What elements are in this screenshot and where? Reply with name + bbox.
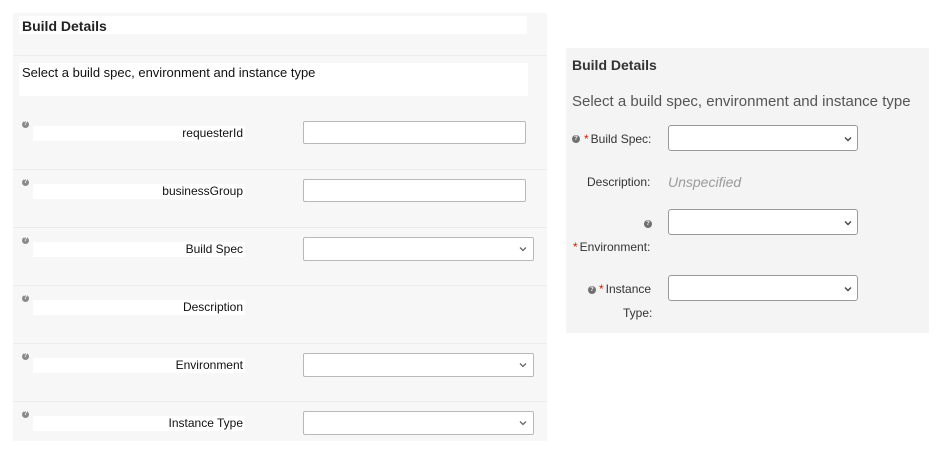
field-row-instance-type: ? Instance Type <box>13 411 547 454</box>
environment-select[interactable] <box>303 353 534 377</box>
form-description: Select a build spec, environment and ins… <box>572 93 911 110</box>
label-box: Instance Type <box>33 416 245 431</box>
divider <box>13 169 547 170</box>
help-icon[interactable]: ? <box>644 220 652 228</box>
description-value: Unspecified <box>668 174 742 190</box>
help-icon[interactable]: ? <box>588 286 596 294</box>
help-icon[interactable]: ? <box>22 353 29 360</box>
field-row-environment: ? Environment <box>13 353 547 411</box>
help-icon[interactable]: ? <box>22 295 29 302</box>
right-build-details-form: Build Details Select a build spec, envir… <box>566 48 929 333</box>
required-marker: * <box>573 240 578 254</box>
environment-label: * Environment: <box>573 240 651 254</box>
environment-select[interactable] <box>668 209 858 235</box>
field-row-description: ? Description <box>13 295 547 353</box>
field-row-requesterid: ? requesterId <box>13 121 547 179</box>
field-label: Description <box>182 300 243 314</box>
instance-type-label-cont: Type: <box>623 306 653 320</box>
divider <box>13 401 547 402</box>
instance-type-select[interactable] <box>303 411 534 435</box>
chevron-down-icon <box>519 421 527 426</box>
field-label: Build Spec <box>185 242 243 256</box>
form-description: Select a build spec, environment and ins… <box>22 65 316 80</box>
field-row-businessgroup: ? businessGroup <box>13 179 547 237</box>
requesterid-input[interactable] <box>303 121 526 144</box>
field-label: requesterId <box>182 126 243 140</box>
divider <box>13 285 547 286</box>
chevron-down-icon <box>519 247 527 252</box>
label-box: Build Spec <box>33 242 245 257</box>
chevron-down-icon <box>519 363 527 368</box>
help-icon[interactable]: ? <box>22 237 29 244</box>
divider <box>13 227 547 228</box>
chevron-down-icon <box>844 287 852 292</box>
description-label: Description: <box>587 175 651 189</box>
divider <box>13 55 547 56</box>
build-spec-select[interactable] <box>668 125 858 151</box>
help-icon[interactable]: ? <box>22 411 29 418</box>
field-label: Instance Type <box>168 416 244 430</box>
help-icon[interactable]: ? <box>22 179 29 186</box>
label-box: Description <box>33 300 245 315</box>
form-title: Build Details <box>572 57 657 73</box>
build-spec-select[interactable] <box>303 237 534 261</box>
help-icon[interactable]: ? <box>572 135 580 143</box>
chevron-down-icon <box>844 221 852 226</box>
label-box: requesterId <box>33 126 245 141</box>
field-row-build-spec: ? Build Spec <box>13 237 547 295</box>
field-label: Environment <box>175 358 243 372</box>
help-icon[interactable]: ? <box>22 121 29 128</box>
required-marker: * <box>584 132 589 146</box>
form-title: Build Details <box>22 18 107 34</box>
required-marker: * <box>599 282 604 296</box>
instance-type-label: * Instance <box>599 282 652 296</box>
businessgroup-input[interactable] <box>303 179 526 202</box>
description-box: Select a build spec, environment and ins… <box>19 63 528 96</box>
build-spec-label: * Build Spec: <box>584 132 652 146</box>
instance-type-select[interactable] <box>668 275 858 301</box>
field-label: businessGroup <box>162 184 243 198</box>
chevron-down-icon <box>844 137 852 142</box>
label-box: businessGroup <box>33 184 245 199</box>
label-box: Environment <box>33 358 245 373</box>
divider <box>13 343 547 344</box>
left-build-details-form: Build Details Select a build spec, envir… <box>13 13 547 441</box>
